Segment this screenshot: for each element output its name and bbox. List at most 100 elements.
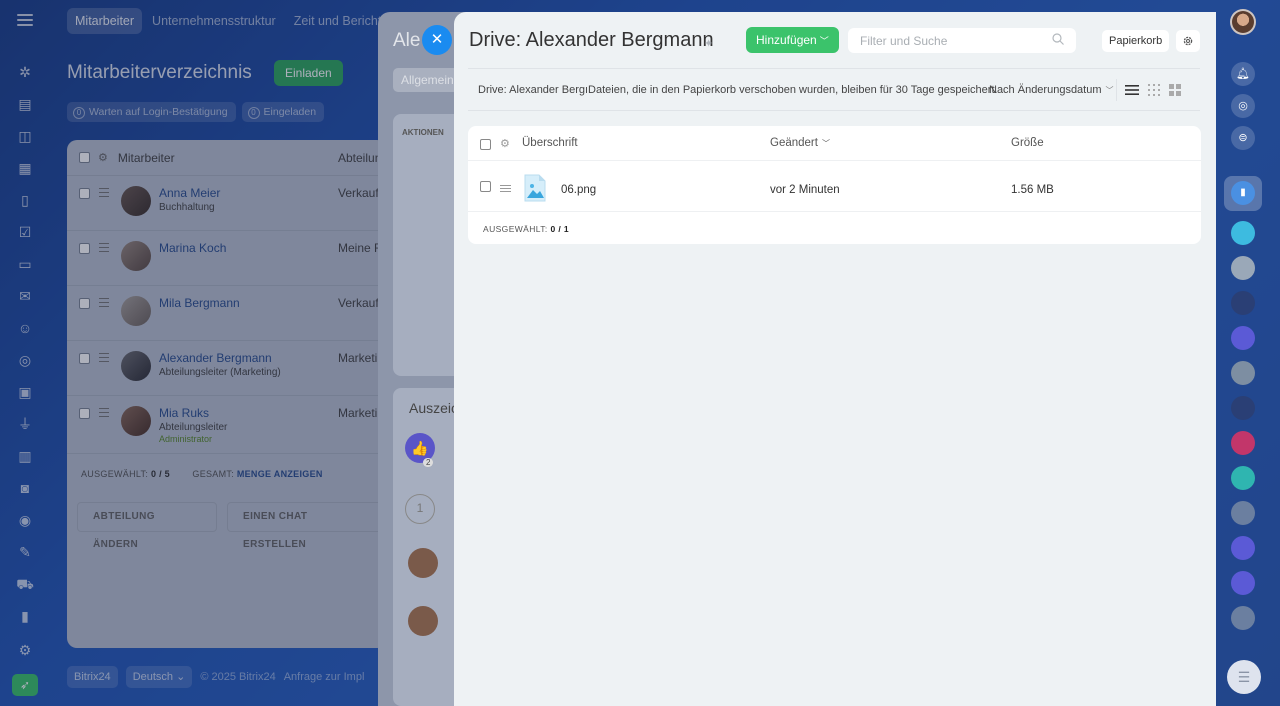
file-name[interactable]: 06.png	[561, 184, 596, 196]
drag-handle-icon[interactable]	[99, 243, 109, 255]
goals-icon[interactable]: ◉	[16, 511, 34, 529]
employee-name[interactable]: Mila Bergmann	[159, 296, 240, 310]
analytics-icon[interactable]: ▮	[16, 607, 34, 625]
chip-awaiting-login[interactable]: 0 Warten auf Login-Bestätigung	[67, 102, 236, 122]
groups-icon[interactable]: ☺	[16, 319, 34, 337]
robot-icon[interactable]: ◙	[16, 479, 34, 497]
avatar[interactable]	[1231, 396, 1255, 420]
row-checkbox[interactable]	[79, 188, 90, 199]
table-row[interactable]: Alexander Bergmann Abteilungsleiter (Mar…	[67, 341, 387, 396]
column-modified[interactable]: Geändert ﹀	[770, 137, 830, 149]
employee-name[interactable]: Marina Koch	[159, 241, 226, 255]
copilot-chat-icon[interactable]	[1231, 326, 1255, 350]
settings-icon[interactable]: ⚙	[16, 641, 34, 659]
chat-search-icon[interactable]: ⊜	[1231, 126, 1255, 150]
change-department-button[interactable]: ABTEILUNG ÄNDERN	[77, 502, 218, 550]
avatar[interactable]	[1231, 361, 1255, 385]
table-row[interactable]: Mila Bergmann Verkauf	[67, 286, 387, 341]
select-all-checkbox[interactable]	[79, 152, 90, 163]
profile-title: Ale	[393, 30, 421, 51]
drag-handle-icon[interactable]	[99, 298, 109, 310]
mail-icon[interactable]: ✉	[16, 287, 34, 305]
avatar[interactable]	[1230, 9, 1256, 35]
column-department[interactable]: Abteilun	[338, 151, 381, 165]
table-row[interactable]: Anna Meier Buchhaltung Verkauf	[67, 176, 387, 231]
close-icon[interactable]: ✕	[422, 25, 452, 55]
avatar[interactable]	[1231, 431, 1255, 455]
general-chat-icon[interactable]	[1231, 221, 1255, 245]
gear-icon[interactable]: ⚙	[98, 151, 108, 164]
search-input[interactable]	[848, 28, 1038, 53]
list-view-icon[interactable]	[1125, 83, 1139, 97]
calendar-icon[interactable]: ▦	[16, 159, 34, 177]
store-icon[interactable]: ▥	[16, 447, 34, 465]
row-checkbox[interactable]	[79, 298, 90, 309]
menu-icon[interactable]	[17, 14, 33, 26]
avatar[interactable]	[1231, 606, 1255, 630]
row-checkbox[interactable]	[79, 408, 90, 419]
chat-icon[interactable]: ◫	[16, 127, 34, 145]
employee-name[interactable]: Alexander Bergmann	[159, 351, 272, 365]
column-employee[interactable]: Mitarbeiter	[118, 151, 175, 165]
messenger-menu-icon[interactable]: ☰	[1227, 660, 1261, 694]
feed-icon[interactable]: ✲	[16, 63, 34, 81]
chevron-down-icon: ﹀	[821, 139, 830, 148]
employee-name[interactable]: Anna Meier	[159, 186, 220, 200]
drive-icon[interactable]: ▭	[16, 255, 34, 273]
create-chat-button[interactable]: EINEN CHAT ERSTELLEN	[227, 502, 387, 550]
employee-name[interactable]: Mia Ruks	[159, 406, 209, 420]
tab-company-structure[interactable]: Unternehmensstruktur	[144, 8, 284, 34]
trash-button[interactable]: Papierkorb	[1102, 30, 1170, 52]
drag-handle-icon[interactable]	[99, 408, 109, 420]
image-file-icon[interactable]	[524, 174, 546, 202]
checklist-icon[interactable]: ☑	[16, 223, 34, 241]
avatar[interactable]	[1231, 501, 1255, 525]
drag-handle-icon[interactable]	[500, 185, 511, 194]
tab-employees[interactable]: Mitarbeiter	[67, 8, 143, 34]
employees-icon[interactable]: ▣	[16, 383, 34, 401]
table-row[interactable]: Marina Koch Meine F	[67, 231, 387, 286]
drag-handle-icon[interactable]	[99, 353, 109, 365]
add-button[interactable]: Hinzufügen ﹀	[746, 27, 839, 53]
brand-button[interactable]: Bitrix24	[67, 666, 118, 688]
rocket-icon[interactable]: ➶	[12, 674, 38, 696]
large-grid-view-icon[interactable]	[1168, 83, 1182, 97]
tasks-icon[interactable]: ▤	[16, 95, 34, 113]
copilot-chat-icon[interactable]	[1231, 571, 1255, 595]
avatar[interactable]	[1231, 256, 1255, 280]
copilot-chat-icon[interactable]	[1231, 536, 1255, 560]
sort-select[interactable]: Nach Änderungsdatum ﹀	[989, 84, 1114, 96]
gear-icon[interactable]: ⚙	[500, 137, 510, 150]
implementation-request-link[interactable]: Anfrage zur Impl	[284, 671, 365, 683]
number-one-icon[interactable]: 1	[405, 494, 435, 524]
bookmark-icon[interactable]: ▮	[1231, 181, 1255, 205]
tab-general[interactable]: Allgemein	[393, 68, 463, 92]
table-row[interactable]: 06.png vor 2 Minuten 1.56 MB	[468, 162, 1201, 212]
target-icon[interactable]: ◎	[16, 351, 34, 369]
select-all-checkbox[interactable]	[480, 139, 491, 150]
row-checkbox[interactable]	[79, 243, 90, 254]
language-select[interactable]: Deutsch ⌄	[125, 666, 193, 688]
table-row[interactable]: Mia Ruks Abteilungsleiter Administrator …	[67, 396, 387, 454]
search-icon[interactable]	[1052, 33, 1064, 45]
avatar[interactable]	[1231, 291, 1255, 315]
column-title[interactable]: Überschrift	[522, 137, 578, 149]
row-checkbox[interactable]	[79, 353, 90, 364]
channel-icon[interactable]	[1231, 466, 1255, 490]
invite-button[interactable]: Einladen	[274, 60, 343, 86]
actions-label[interactable]: AKTIONEN	[402, 128, 444, 137]
documents-icon[interactable]: ▯	[16, 191, 34, 209]
small-grid-view-icon[interactable]	[1147, 83, 1161, 97]
row-checkbox[interactable]	[480, 181, 491, 192]
copilot-icon[interactable]: ◎	[1231, 94, 1255, 118]
column-size[interactable]: Größe	[1011, 137, 1044, 149]
drag-handle-icon[interactable]	[99, 188, 109, 200]
cart-icon[interactable]: ⛟	[16, 575, 34, 593]
pin-icon[interactable]: ✦	[704, 37, 713, 50]
sign-icon[interactable]: ✎	[16, 543, 34, 561]
chip-invited[interactable]: 0 Eingeladen	[241, 102, 325, 122]
show-count-link[interactable]: MENGE ANZEIGEN	[237, 469, 323, 479]
bell-icon[interactable]: 🔔︎	[1231, 62, 1255, 86]
filter-icon[interactable]: ⏚	[16, 415, 34, 433]
settings-button[interactable]	[1176, 30, 1200, 52]
